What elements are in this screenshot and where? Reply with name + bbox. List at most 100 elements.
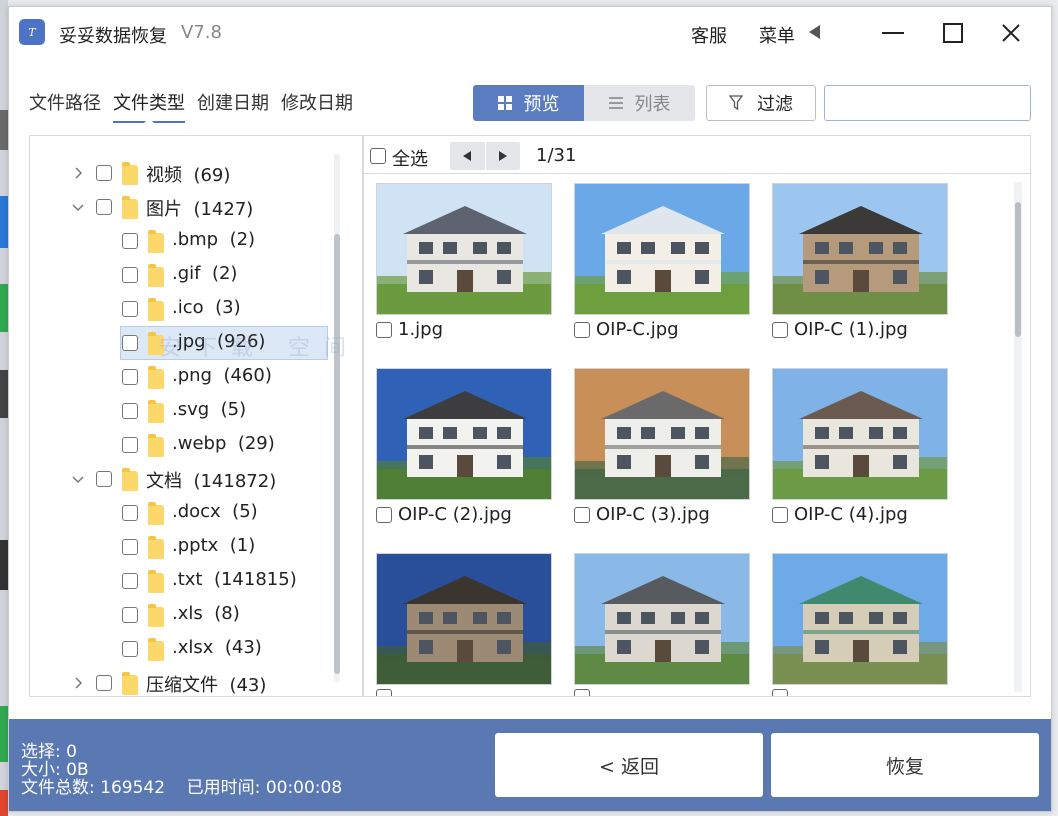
file-checkbox[interactable]	[772, 506, 788, 523]
file-checkbox[interactable]	[376, 321, 392, 338]
tab-file-type[interactable]: 文件类型	[113, 89, 185, 123]
file-caption: OIP-C (1).jpg	[772, 319, 908, 340]
tree-item[interactable]: .xls (8)	[30, 598, 330, 632]
file-thumbnail-card[interactable]: OIP-C (4).jpg	[772, 368, 948, 525]
folder-icon	[148, 570, 164, 593]
file-name: OIP-C (4).jpg	[794, 504, 908, 525]
tree-item-checkbox[interactable]	[122, 539, 138, 555]
tree-item[interactable]: .docx (5)	[30, 496, 330, 530]
tree-item-checkbox[interactable]	[122, 607, 138, 623]
thumbnail-grid: 1.jpg OIP-C.jpg OIP-C (1).jpg OIP-C (2).jpg…	[364, 175, 1014, 696]
file-checkbox[interactable]	[574, 506, 590, 523]
tree-item-checkbox[interactable]	[96, 675, 112, 691]
tab-created-date[interactable]: 创建日期	[197, 89, 269, 123]
tree-item[interactable]: .webp (29)	[30, 428, 330, 462]
tree-item-checkbox[interactable]	[122, 573, 138, 589]
next-page-button[interactable]	[484, 142, 521, 170]
tree-item-label: .ico (3)	[172, 297, 241, 318]
file-thumbnail-image[interactable]	[772, 183, 948, 315]
file-thumbnail-card[interactable]: OIP-C (2).jpg	[376, 368, 552, 525]
tree-item[interactable]: 图片 (1427)	[30, 190, 330, 224]
file-checkbox[interactable]	[772, 689, 788, 696]
file-checkbox[interactable]	[574, 321, 590, 338]
tree-item[interactable]: .png (460)	[30, 360, 330, 394]
file-caption: OIP-C (4).jpg	[772, 504, 908, 525]
file-caption: 1.jpg	[376, 319, 443, 340]
tree-item[interactable]: .xlsx (43)	[30, 632, 330, 666]
tree-scrollbar-thumb[interactable]	[334, 234, 340, 674]
tree-item[interactable]: .bmp (2)	[30, 224, 330, 258]
tree-item-checkbox[interactable]	[122, 233, 138, 249]
file-thumbnail-image[interactable]	[376, 368, 552, 500]
customer-service-link[interactable]: 客服	[691, 22, 727, 48]
tree-item-checkbox[interactable]	[122, 369, 138, 385]
tab-modified-date[interactable]: 修改日期	[281, 89, 353, 123]
tree-item-checkbox[interactable]	[122, 335, 138, 351]
file-thumbnail-card[interactable]: OIP-C.jpg	[574, 183, 750, 340]
chevron-right-icon[interactable]	[70, 165, 86, 181]
menu-button[interactable]: 菜单	[759, 22, 795, 48]
file-thumbnail-card[interactable]: OIP-C (1).jpg	[772, 183, 948, 340]
grid-scrollbar-thumb[interactable]	[1015, 202, 1021, 337]
folder-icon	[148, 400, 164, 423]
tree-item-checkbox[interactable]	[122, 641, 138, 657]
file-thumbnail-image[interactable]	[574, 553, 750, 685]
file-thumbnail-image[interactable]	[772, 553, 948, 685]
folder-icon	[148, 366, 164, 389]
file-checkbox[interactable]	[376, 689, 392, 696]
file-checkbox[interactable]	[574, 689, 590, 696]
filter-button[interactable]: 过滤	[706, 85, 816, 121]
back-button[interactable]: < 返回	[495, 733, 763, 797]
maximize-button[interactable]	[933, 17, 973, 49]
select-all-checkbox[interactable]	[370, 148, 386, 164]
file-thumbnail-image[interactable]	[772, 368, 948, 500]
file-thumbnail-image[interactable]	[376, 553, 552, 685]
grid-scrollbar[interactable]	[1014, 182, 1022, 692]
file-thumbnail-image[interactable]	[574, 183, 750, 315]
chevron-right-icon[interactable]	[70, 675, 86, 691]
tree-item-checkbox[interactable]	[122, 301, 138, 317]
tree-item-checkbox[interactable]	[122, 437, 138, 453]
tree-item-label: .docx (5)	[172, 501, 258, 522]
tree-item-checkbox[interactable]	[96, 199, 112, 215]
tree-scrollbar[interactable]	[334, 154, 340, 682]
app-title: 妥妥数据恢复	[59, 26, 167, 47]
file-thumbnail-card[interactable]	[772, 553, 948, 696]
tree-item-checkbox[interactable]	[122, 403, 138, 419]
total-label: 文件总数:	[21, 778, 95, 798]
tree-item[interactable]: .gif (2)	[30, 258, 330, 292]
tree-item[interactable]: .pptx (1)	[30, 530, 330, 564]
tab-file-path[interactable]: 文件路径	[29, 89, 101, 123]
file-thumbnail-card[interactable]: 1.jpg	[376, 183, 552, 340]
file-thumbnail-image[interactable]	[574, 368, 750, 500]
list-view-button[interactable]: 列表	[584, 85, 695, 121]
file-thumbnail-image[interactable]	[376, 183, 552, 315]
tree-item[interactable]: 压缩文件 (43)	[30, 666, 330, 696]
close-button[interactable]	[991, 17, 1031, 49]
tree-item-checkbox[interactable]	[96, 471, 112, 487]
tree-item-checkbox[interactable]	[96, 165, 112, 181]
search-input[interactable]	[825, 86, 1030, 120]
recover-button[interactable]: 恢复	[771, 733, 1039, 797]
tree-item[interactable]: .ico (3)	[30, 292, 330, 326]
prev-page-button[interactable]	[450, 142, 485, 170]
tree-item-checkbox[interactable]	[122, 267, 138, 283]
file-thumbnail-card[interactable]	[574, 553, 750, 696]
chevron-down-icon[interactable]	[70, 471, 86, 487]
minimize-button[interactable]	[873, 17, 913, 49]
file-thumbnail-card[interactable]	[376, 553, 552, 696]
tree-item[interactable]: 文档 (141872)	[30, 462, 330, 496]
tree-item[interactable]: .txt (141815)	[30, 564, 330, 598]
file-checkbox[interactable]	[376, 506, 392, 523]
file-thumbnail-card[interactable]: OIP-C (3).jpg	[574, 368, 750, 525]
file-checkbox[interactable]	[772, 321, 788, 338]
chevron-down-icon[interactable]	[70, 199, 86, 215]
preview-grid-panel: 全选 1/31 1.jpg OIP-C.jpg OIP-C (1).jpg OIP-C…	[363, 135, 1031, 697]
tree-item[interactable]: .svg (5)	[30, 394, 330, 428]
desktop-background	[0, 0, 8, 816]
tree-item-label: .txt (141815)	[172, 569, 297, 590]
tree-item[interactable]: .jpg (926)	[30, 326, 330, 360]
tree-item-checkbox[interactable]	[122, 505, 138, 521]
tree-item[interactable]: 视频 (69)	[30, 156, 330, 190]
preview-view-button[interactable]: 预览	[473, 85, 584, 121]
